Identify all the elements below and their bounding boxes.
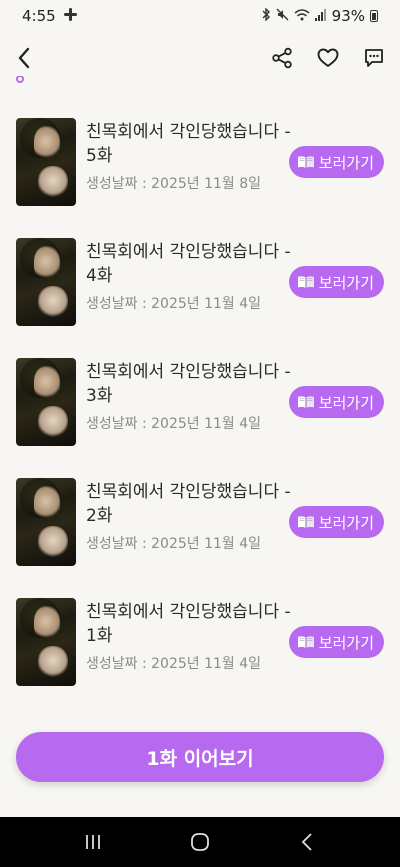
- view-button[interactable]: 보러가기: [288, 506, 384, 538]
- episode-thumbnail[interactable]: [16, 358, 76, 446]
- recent-apps-icon[interactable]: [73, 827, 113, 857]
- episode-thumbnail[interactable]: [16, 478, 76, 566]
- mute-icon: [276, 7, 289, 25]
- view-button-label: 보러가기: [318, 393, 374, 412]
- status-right: 93%: [261, 7, 378, 25]
- home-icon[interactable]: [180, 827, 220, 857]
- book-icon: [297, 275, 315, 289]
- view-button[interactable]: 보러가기: [288, 626, 384, 658]
- status-time: 4:55: [22, 7, 56, 25]
- book-icon: [297, 515, 315, 529]
- thumbnail-art: [38, 166, 68, 198]
- episode-item[interactable]: 친목회에서 각인당했습니다 - 5화 생성날짜 : 2025년 11월 8일 보…: [0, 110, 400, 230]
- episode-title: 친목회에서 각인당했습니다 - 5화: [86, 122, 291, 166]
- episode-item[interactable]: 친목회에서 각인당했습니다 - 3화 생성날짜 : 2025년 11월 4일 보…: [0, 350, 400, 470]
- comment-icon[interactable]: [362, 46, 386, 70]
- book-icon: [297, 635, 315, 649]
- episode-info: 친목회에서 각인당했습니다 - 1화 생성날짜 : 2025년 11월 4일: [86, 600, 301, 673]
- episode-title: 친목회에서 각인당했습니다 - 2화: [86, 482, 291, 526]
- book-icon: [297, 395, 315, 409]
- view-button[interactable]: 보러가기: [288, 386, 384, 418]
- app-bar: [0, 36, 400, 80]
- status-left: 4:55: [22, 7, 77, 25]
- system-nav-bar: [0, 817, 400, 867]
- scrolled-header-peek: [16, 76, 136, 90]
- episode-date: 생성날짜 : 2025년 11월 4일: [86, 296, 262, 312]
- view-button-label: 보러가기: [318, 513, 374, 532]
- episode-info: 친목회에서 각인당했습니다 - 2화 생성날짜 : 2025년 11월 4일: [86, 480, 301, 553]
- view-button[interactable]: 보러가기: [288, 266, 384, 298]
- back-nav-icon[interactable]: [287, 827, 327, 857]
- thumbnail-art: [34, 486, 60, 520]
- thumbnail-art: [38, 286, 68, 318]
- signal-icon: [314, 7, 327, 25]
- wifi-icon: [294, 7, 310, 25]
- thumbnail-art: [38, 406, 68, 438]
- episode-item[interactable]: 친목회에서 각인당했습니다 - 2화 생성날짜 : 2025년 11월 4일 보…: [0, 470, 400, 590]
- thumbnail-art: [34, 246, 60, 280]
- battery-icon: [370, 10, 378, 22]
- episode-item[interactable]: 친목회에서 각인당했습니다 - 1화 생성날짜 : 2025년 11월 4일 보…: [0, 590, 400, 710]
- thumbnail-art: [38, 646, 68, 678]
- clock-icon: [16, 76, 24, 83]
- episode-info: 친목회에서 각인당했습니다 - 5화 생성날짜 : 2025년 11월 8일: [86, 120, 301, 193]
- episode-date: 생성날짜 : 2025년 11월 8일: [86, 176, 262, 192]
- view-button-label: 보러가기: [318, 153, 374, 172]
- episode-thumbnail[interactable]: [16, 598, 76, 686]
- book-icon: [297, 155, 315, 169]
- thumbnail-art: [34, 366, 60, 400]
- view-button-label: 보러가기: [318, 633, 374, 652]
- episode-date: 생성날짜 : 2025년 11월 4일: [86, 416, 262, 432]
- thumbnail-art: [34, 606, 60, 640]
- thumbnail-art: [38, 526, 68, 558]
- share-icon[interactable]: [270, 46, 294, 70]
- back-icon[interactable]: [12, 46, 36, 70]
- episode-info: 친목회에서 각인당했습니다 - 3화 생성날짜 : 2025년 11월 4일: [86, 360, 301, 433]
- bluetooth-icon: [261, 7, 271, 25]
- view-button[interactable]: 보러가기: [288, 146, 384, 178]
- slack-icon: [63, 7, 77, 25]
- app-bar-actions: [270, 46, 386, 70]
- episode-date: 생성날짜 : 2025년 11월 4일: [86, 536, 262, 552]
- episode-thumbnail[interactable]: [16, 118, 76, 206]
- episode-title: 친목회에서 각인당했습니다 - 3화: [86, 362, 291, 406]
- episode-info: 친목회에서 각인당했습니다 - 4화 생성날짜 : 2025년 11월 4일: [86, 240, 301, 313]
- continue-reading-button[interactable]: 1화 이어보기: [16, 732, 384, 782]
- episode-item[interactable]: 친목회에서 각인당했습니다 - 4화 생성날짜 : 2025년 11월 4일 보…: [0, 230, 400, 350]
- episode-list: 친목회에서 각인당했습니다 - 5화 생성날짜 : 2025년 11월 8일 보…: [0, 110, 400, 710]
- thumbnail-art: [34, 126, 60, 160]
- heart-icon[interactable]: [316, 46, 340, 70]
- episode-date: 생성날짜 : 2025년 11월 4일: [86, 656, 262, 672]
- view-button-label: 보러가기: [318, 273, 374, 292]
- battery-percent: 93%: [331, 7, 365, 25]
- episode-title: 친목회에서 각인당했습니다 - 4화: [86, 242, 291, 286]
- episode-title: 친목회에서 각인당했습니다 - 1화: [86, 602, 291, 646]
- episode-thumbnail[interactable]: [16, 238, 76, 326]
- status-bar: 4:55 93%: [0, 0, 400, 32]
